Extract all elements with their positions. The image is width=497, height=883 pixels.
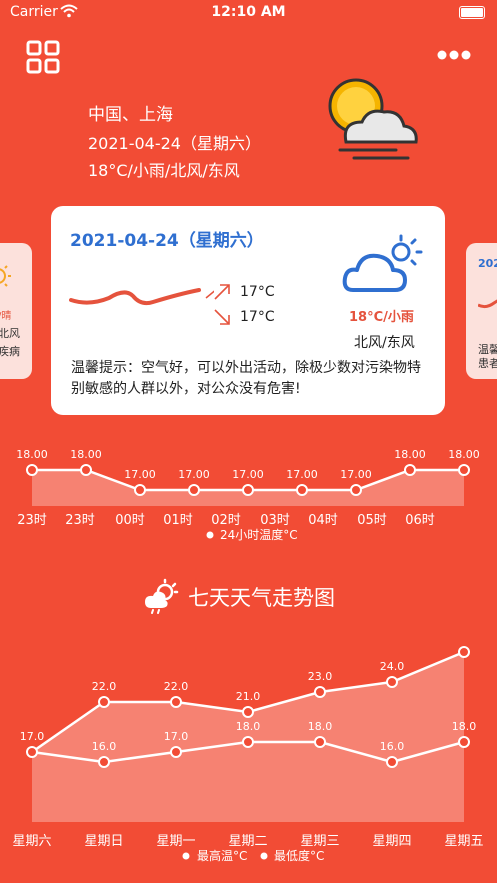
weekly-legend-high: 最高温°C	[197, 848, 247, 863]
weekly-high-point	[170, 696, 182, 708]
hourly-temperature-chart: 18.00 18.00 17.00 17.00 17.00 17.00 17.00 18.00…	[16, 448, 480, 542]
header-date: 2021-04-24（星期六）	[88, 134, 261, 153]
weekly-high-point	[242, 706, 254, 718]
side-left-line-2: 北风	[0, 327, 20, 340]
hourly-hour-label: 00时	[115, 513, 145, 528]
weekly-day-label: 星期五	[444, 834, 483, 849]
weekly-high-point	[314, 686, 326, 698]
hourly-value-label: 17.00	[232, 468, 264, 481]
weekly-low-point	[386, 756, 398, 768]
weekly-low-label: 16.0	[380, 740, 405, 753]
hourly-hour-label: 23时	[65, 513, 95, 528]
weekly-temperature-chart: 17.0 星期六 22.0 16.0 星期日 22.0 17.0 星期一 21.0 18.0 星期二…	[12, 640, 483, 863]
cloudy-sun-icon	[342, 234, 423, 292]
hourly-point	[404, 464, 416, 476]
card-date: 2021-04-24（星期六）	[70, 231, 264, 251]
hourly-hour-label: 01时	[163, 513, 193, 528]
hourly-value-label: 17.00	[178, 468, 210, 481]
previous-day-card[interactable]: /晴 北风 疾病	[0, 243, 32, 379]
weekly-day-label: 星期二	[228, 834, 267, 849]
weekly-legend-high-dot	[182, 852, 190, 860]
wave-line-icon	[478, 299, 497, 309]
weekly-low-label: 16.0	[92, 740, 117, 753]
hourly-value-label: 18.00	[448, 448, 480, 461]
hourly-point	[26, 464, 38, 476]
temperature-wave-icon	[69, 288, 214, 306]
weekly-day-label: 星期六	[12, 834, 51, 849]
card-weather: 18°C/小雨	[349, 310, 414, 325]
weekly-low-point	[458, 736, 470, 748]
hourly-point	[80, 464, 92, 476]
weekly-legend-low-dot	[260, 852, 268, 860]
status-bar: Carrier 12:10 AM	[0, 0, 497, 26]
weekly-day-label: 星期四	[372, 834, 411, 849]
weekly-low-point	[170, 746, 182, 758]
weekly-high-label: 17.0	[20, 730, 45, 743]
hourly-point	[350, 484, 362, 496]
hourly-hour-label: 04时	[308, 513, 338, 528]
hourly-value-label: 17.00	[124, 468, 156, 481]
hourly-hour-label: 05时	[357, 513, 387, 528]
card-wind: 北风/东风	[354, 335, 415, 351]
hourly-point	[134, 484, 146, 496]
hourly-value-label: 18.00	[16, 448, 48, 461]
hourly-value-label: 17.00	[286, 468, 318, 481]
weather-trend-icon	[145, 578, 179, 614]
hourly-hour-label: 23时	[17, 513, 47, 528]
side-right-line-3: 患者	[478, 357, 497, 370]
hourly-point	[458, 464, 470, 476]
more-options-icon[interactable]	[436, 48, 472, 62]
weekly-high-point	[386, 676, 398, 688]
side-left-line-1: /晴	[0, 311, 12, 322]
hourly-hour-label: 03时	[260, 513, 290, 528]
weekly-low-label: 18.0	[308, 720, 333, 733]
weekly-low-point	[242, 736, 254, 748]
hourly-legend: 24小时温度°C	[220, 527, 298, 542]
hourly-hour-label: 06时	[405, 513, 435, 528]
weekly-high-point	[458, 646, 470, 658]
weekly-day-label: 星期日	[84, 834, 123, 849]
weekly-high-label: 27.0	[452, 640, 477, 643]
weekly-day-label: 星期一	[156, 834, 195, 849]
next-day-card[interactable]: 202 温馨 患者	[466, 243, 497, 379]
hourly-value-label: 17.00	[340, 468, 372, 481]
header-weather: 18°C/小雨/北风/东风	[88, 161, 240, 180]
weekly-low-label: 18.0	[452, 720, 477, 733]
weekly-low-label: 17.0	[164, 730, 189, 743]
hourly-hour-label: 02时	[211, 513, 241, 528]
card-tip: 温馨提示：空气好，可以外出活动，除极少数对污染物特别敏感的人群以外，对公众没有危…	[71, 360, 421, 397]
clock: 12:10 AM	[211, 4, 286, 20]
weekly-low-label: 18.0	[236, 720, 261, 733]
weekly-high-label: 21.0	[236, 690, 261, 703]
weekly-high-label: 23.0	[308, 670, 333, 683]
side-right-line-1: 202	[478, 257, 497, 270]
weekly-high-point	[26, 746, 38, 758]
hourly-point	[296, 484, 308, 496]
hourly-legend-dot	[206, 531, 214, 539]
weekly-low-point	[314, 736, 326, 748]
side-left-line-3: 疾病	[0, 345, 20, 358]
location-label: 中国、上海	[88, 105, 173, 125]
weekly-high-label: 24.0	[380, 660, 405, 673]
weekly-day-label: 星期三	[300, 834, 339, 849]
today-weather-card[interactable]: 2021-04-24（星期六） 17°C 17°C 18°C/小雨 北风/东风 …	[51, 206, 445, 415]
weekly-high-point	[98, 696, 110, 708]
hourly-point	[188, 484, 200, 496]
temp-low: 17°C	[240, 309, 275, 325]
arrow-down-right-icon	[214, 309, 230, 325]
battery-icon	[459, 6, 485, 19]
hourly-point	[242, 484, 254, 496]
weekly-low-point	[98, 756, 110, 768]
weekly-legend-low: 最低度°C	[274, 848, 324, 863]
weekly-chart-title: 七天天气走势图	[188, 586, 335, 610]
hourly-value-label: 18.00	[394, 448, 426, 461]
weekly-high-label: 22.0	[92, 680, 117, 693]
grid-menu-icon[interactable]	[26, 40, 60, 74]
weekly-high-label: 22.0	[164, 680, 189, 693]
arrow-up-right-icon	[214, 284, 230, 300]
hourly-value-label: 18.00	[70, 448, 102, 461]
sun-cloud-icon	[328, 78, 418, 160]
temp-high: 17°C	[240, 284, 275, 300]
sun-icon	[0, 265, 11, 287]
